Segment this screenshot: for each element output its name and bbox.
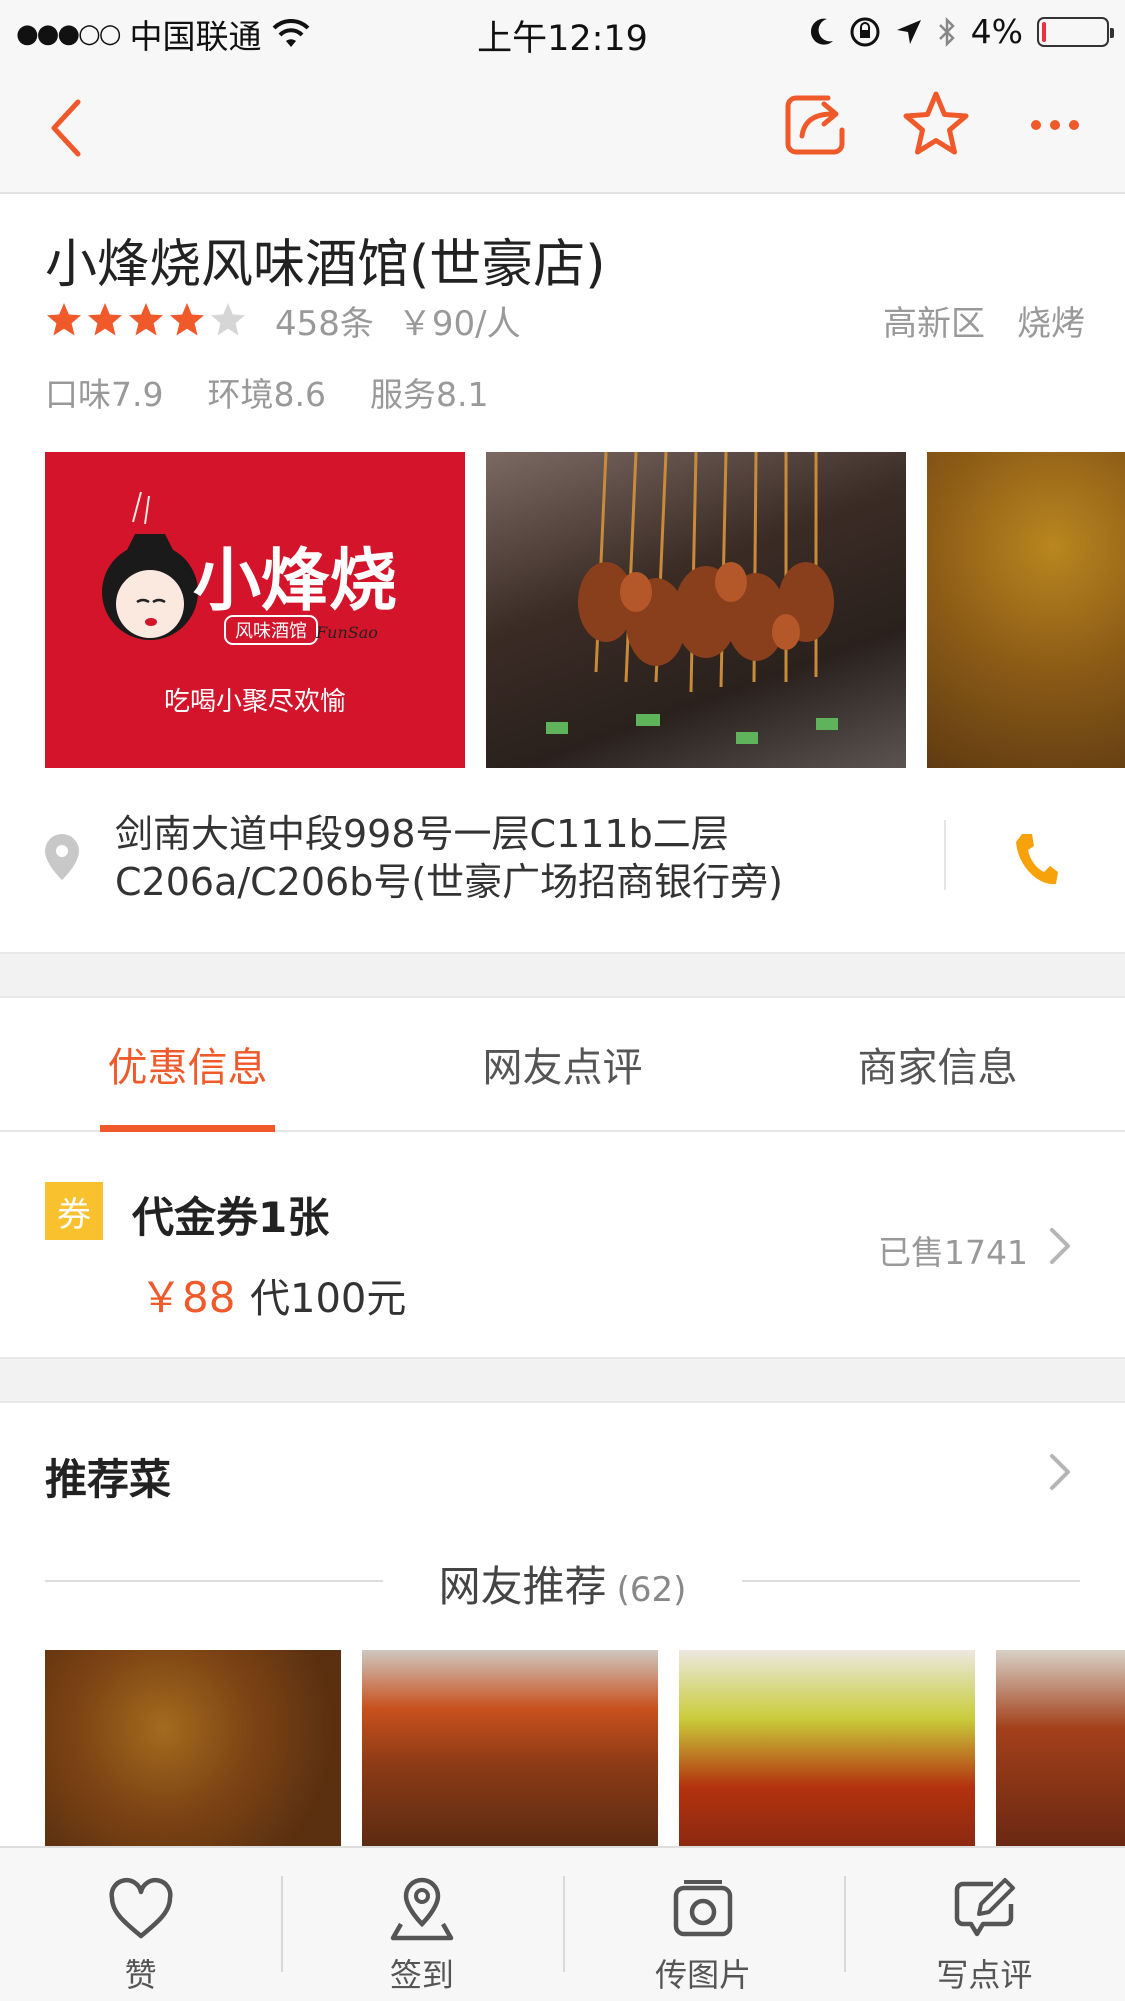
nav-bar [0, 62, 1125, 194]
logo-sub-text: 风味酒馆 [235, 621, 307, 642]
star-outline-icon[interactable] [900, 88, 972, 160]
address-divider [944, 820, 946, 890]
average-price: ￥90/人 [397, 303, 521, 344]
star-rating [45, 301, 247, 339]
status-right: 4% [809, 12, 1114, 51]
location-pin-icon [45, 834, 79, 880]
taste-score: 口味7.9 [45, 375, 164, 414]
address-text[interactable]: 剑南大道中段998号一层C111b二层C206a/C206b号(世豪广场招商银行… [115, 810, 935, 906]
status-bar: ●●●○○ 中国联通 上午12:19 4% [0, 0, 1125, 62]
logo-en-text: FunSao [315, 623, 378, 642]
shop-tags: 高新区 烧烤 [883, 296, 1085, 345]
tab-merchant-info[interactable]: 商家信息 [750, 998, 1125, 1130]
chevron-right-icon[interactable] [1048, 1452, 1072, 1492]
coupon-card[interactable]: 券 代金券1张 ￥88 代100元 已售1741 [0, 1134, 1125, 1357]
dish-photo[interactable] [362, 1650, 658, 1846]
shop-photo-strip[interactable]: 小烽烧 风味酒馆 FunSao 吃喝小聚尽欢愉 [45, 452, 1125, 768]
phone-icon[interactable] [1012, 830, 1060, 888]
logo-slogan-text: 吃喝小聚尽欢愉 [164, 687, 346, 717]
write-review-label: 写点评 [936, 1956, 1033, 1994]
tab-reviews[interactable]: 网友点评 [375, 998, 750, 1130]
write-review-button[interactable]: 写点评 [843, 1848, 1125, 2001]
section-separator [0, 1357, 1125, 1403]
check-in-pin-icon [390, 1877, 454, 1941]
section-separator [0, 952, 1125, 998]
environment-score: 环境8.6 [207, 375, 326, 414]
chevron-left-icon[interactable] [40, 92, 100, 164]
coupon-title: 代金券1张 [132, 1193, 330, 1242]
address-row[interactable]: 剑南大道中段998号一层C111b二层C206a/C206b号(世豪广场招商银行… [0, 790, 1125, 950]
share-icon[interactable] [780, 90, 850, 160]
location-arrow-icon [896, 19, 921, 44]
dish-photo[interactable] [679, 1650, 975, 1846]
rating-row: 458条 ￥90/人 高新区 烧烤 [45, 296, 1085, 345]
coupon-badge: 券 [45, 1182, 103, 1240]
battery-level [1042, 21, 1046, 42]
skewers-photo[interactable] [486, 452, 906, 768]
more-dots-icon[interactable] [1030, 118, 1080, 132]
coupon-price: ￥88 [140, 1273, 236, 1322]
dish-photo[interactable] [996, 1650, 1125, 1846]
recommended-subtitle-text: 网友推荐 [438, 1562, 607, 1611]
recommended-subtitle: 网友推荐 (62) [45, 1553, 1080, 1614]
heart-icon [109, 1878, 173, 1939]
tab-deals[interactable]: 优惠信息 [0, 998, 375, 1130]
upload-photo-button[interactable]: 传图片 [562, 1848, 844, 2001]
upload-photo-label: 传图片 [655, 1956, 752, 1994]
star-filled-icon [88, 303, 122, 336]
star-empty-icon [211, 303, 245, 336]
logo-brand-text: 小烽烧 [193, 541, 397, 621]
recommended-count: (62) [616, 1570, 687, 1610]
bottom-action-bar: 赞 签到 传图片 写点评 [0, 1846, 1125, 2001]
shop-logo-photo[interactable]: 小烽烧 风味酒馆 FunSao 吃喝小聚尽欢愉 [45, 452, 465, 768]
district-tag[interactable]: 高新区 [883, 296, 985, 345]
like-label: 赞 [124, 1956, 157, 1994]
grilled-dish-photo[interactable] [927, 452, 1125, 768]
bluetooth-icon [938, 16, 955, 47]
rotation-lock-icon [850, 17, 880, 46]
service-score: 服务8.1 [369, 375, 489, 414]
skewers-image [546, 452, 838, 744]
moon-icon [810, 18, 833, 45]
active-tab-indicator [100, 1125, 275, 1132]
star-filled-icon [170, 303, 204, 336]
battery-percent: 4% [970, 12, 1023, 51]
chevron-right-icon[interactable] [1048, 1226, 1072, 1266]
brand-logo: 小烽烧 风味酒馆 FunSao 吃喝小聚尽欢愉 [102, 491, 397, 717]
coupon-face-value: 代100元 [250, 1276, 407, 1322]
dish-photo[interactable] [45, 1650, 341, 1846]
star-filled-icon [129, 303, 163, 336]
dish-photo-strip[interactable] [45, 1650, 1125, 1846]
camera-icon [673, 1880, 733, 1937]
coupon-sold-count: 已售1741 [878, 1233, 1028, 1272]
like-button[interactable]: 赞 [0, 1848, 281, 2001]
shop-name: 小烽烧风味酒馆(世豪店) [45, 235, 606, 295]
star-filled-icon [47, 303, 81, 336]
scores-row: 口味7.9 环境8.6 服务8.1 [45, 368, 488, 416]
check-in-button[interactable]: 签到 [281, 1848, 562, 2001]
recommended-dishes-title[interactable]: 推荐菜 [45, 1446, 171, 1507]
recommended-subtitle-row: 网友推荐 (62) [45, 1553, 1080, 1611]
tab-bar: 优惠信息 网友点评 商家信息 [0, 998, 1125, 1132]
edit-icon [955, 1878, 1016, 1937]
review-count[interactable]: 458条 [275, 296, 374, 345]
category-tag[interactable]: 烧烤 [1017, 296, 1085, 345]
check-in-label: 签到 [389, 1956, 454, 1994]
battery-icon [1037, 16, 1114, 47]
